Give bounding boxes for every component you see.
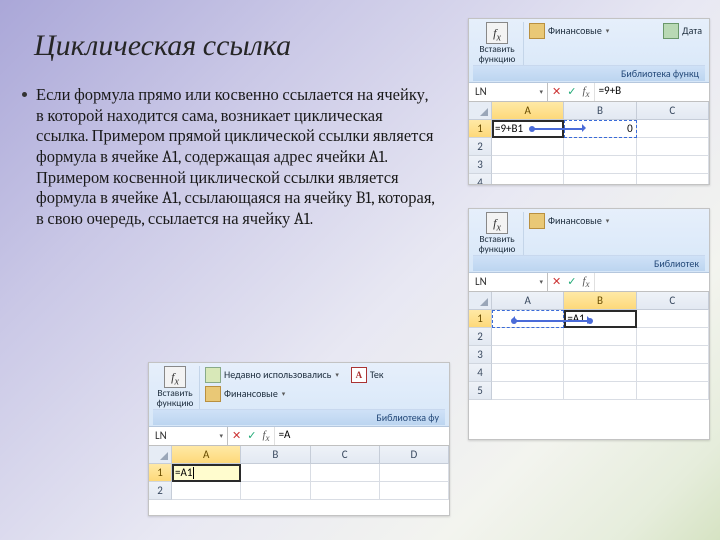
column-header[interactable]: B: [564, 102, 636, 120]
name-box[interactable]: LN ▾: [469, 83, 548, 101]
name-box[interactable]: LN ▾: [469, 273, 548, 291]
column-header[interactable]: B: [241, 446, 310, 464]
ribbon: fx Вставить функцию Финансовые ▾: [469, 19, 709, 83]
screenshot-indirect-left: fx Вставить функцию Финансовые ▾: [468, 18, 710, 185]
text-cursor: [193, 467, 194, 479]
date-button[interactable]: Дата: [660, 23, 705, 38]
spreadsheet-grid[interactable]: A B C 1 =A1 2 3 4 5: [469, 292, 709, 400]
chevron-down-icon: ▾: [539, 277, 543, 286]
cell-a1[interactable]: =A1: [172, 464, 241, 482]
row-header[interactable]: 2: [149, 482, 172, 500]
date-icon: [663, 23, 679, 39]
ribbon-group-caption: Библиотека фу: [153, 409, 445, 425]
formula-input[interactable]: =A: [275, 427, 449, 445]
ribbon-group-caption: Библиотека функц: [473, 65, 705, 81]
finance-icon: [529, 213, 545, 229]
select-all-corner[interactable]: [149, 446, 172, 464]
select-all-corner[interactable]: [469, 292, 492, 310]
finance-button[interactable]: Финансовые ▾: [526, 213, 612, 228]
chevron-down-icon: ▾: [335, 370, 339, 379]
column-header[interactable]: C: [311, 446, 380, 464]
ribbon: fx Вставить функцию Финансовые ▾ Библиот…: [469, 209, 709, 273]
ribbon-group-caption: Библиотек: [473, 255, 705, 271]
insert-function-button[interactable]: fx Вставить функцию: [473, 212, 524, 255]
confirm-icon[interactable]: ✓: [567, 275, 576, 288]
recent-button[interactable]: Недавно использовались ▾: [202, 367, 342, 382]
confirm-icon[interactable]: ✓: [247, 429, 256, 442]
finance-button[interactable]: Финансовые ▾: [202, 386, 288, 401]
chevron-down-icon: ▾: [539, 87, 543, 96]
cancel-icon[interactable]: ✕: [552, 85, 561, 98]
bullet-icon: [22, 92, 27, 97]
ribbon: fx Вставить функцию Недавно использовали…: [149, 363, 449, 427]
column-header[interactable]: A: [172, 446, 241, 464]
column-header[interactable]: D: [380, 446, 449, 464]
fx-icon: fx: [486, 22, 508, 44]
cell-a1[interactable]: [492, 310, 564, 328]
recent-icon: [205, 367, 221, 383]
finance-button[interactable]: Финансовые ▾: [526, 23, 612, 38]
confirm-icon[interactable]: ✓: [567, 85, 576, 98]
chevron-down-icon: ▾: [219, 431, 223, 440]
formula-bar: LN ▾ ✕ ✓ fx =A: [149, 427, 449, 446]
cell[interactable]: [637, 310, 709, 328]
formula-input[interactable]: =9+B: [595, 83, 709, 101]
column-header[interactable]: B: [564, 292, 636, 310]
body-paragraph: Если формула прямо или косвенно ссылаетс…: [36, 86, 434, 229]
screenshot-direct: fx Вставить функцию Недавно использовали…: [148, 362, 450, 516]
column-header[interactable]: A: [492, 102, 564, 120]
finance-icon: [529, 23, 545, 39]
cancel-icon[interactable]: ✕: [552, 275, 561, 288]
fx-icon[interactable]: fx: [582, 275, 589, 289]
chevron-down-icon: ▾: [606, 216, 610, 225]
formula-bar: LN ▾ ✕ ✓ fx: [469, 273, 709, 292]
screenshot-indirect-right: fx Вставить функцию Финансовые ▾ Библиот…: [468, 208, 710, 440]
row-header[interactable]: 1: [469, 120, 492, 138]
name-box[interactable]: LN ▾: [149, 427, 228, 445]
formula-input[interactable]: [595, 273, 709, 291]
text-icon: A: [351, 367, 367, 383]
cell-b1[interactable]: 0: [564, 120, 636, 138]
slide-title: Циклическая ссылка: [34, 28, 291, 63]
fx-icon[interactable]: fx: [262, 429, 269, 443]
select-all-corner[interactable]: [469, 102, 492, 120]
cell[interactable]: [637, 120, 709, 138]
insert-function-button[interactable]: fx Вставить функцию: [153, 366, 200, 409]
slide-body: Если формула прямо или косвенно ссылаетс…: [36, 86, 438, 230]
formula-bar: LN ▾ ✕ ✓ fx =9+B: [469, 83, 709, 102]
chevron-down-icon: ▾: [606, 26, 610, 35]
fx-icon: fx: [486, 212, 508, 234]
spreadsheet-grid[interactable]: A B C 1 =9+B1 0 2 3 4 5: [469, 102, 709, 185]
fx-icon[interactable]: fx: [582, 85, 589, 99]
text-button[interactable]: A Тек: [348, 367, 387, 382]
finance-icon: [205, 386, 221, 402]
column-header[interactable]: A: [492, 292, 564, 310]
cell-a1[interactable]: =9+B1: [492, 120, 564, 138]
cell-b1[interactable]: =A1: [564, 310, 636, 328]
chevron-down-icon: ▾: [282, 389, 286, 398]
column-header[interactable]: C: [637, 292, 709, 310]
column-header[interactable]: C: [637, 102, 709, 120]
row-header[interactable]: 1: [149, 464, 172, 482]
insert-function-button[interactable]: fx Вставить функцию: [473, 22, 524, 65]
row-header[interactable]: 1: [469, 310, 492, 328]
slide: Циклическая ссылка Если формула прямо ил…: [0, 0, 720, 540]
cancel-icon[interactable]: ✕: [232, 429, 241, 442]
spreadsheet-grid[interactable]: A B C D 1 =A1 2: [149, 446, 449, 500]
fx-icon: fx: [164, 366, 186, 388]
